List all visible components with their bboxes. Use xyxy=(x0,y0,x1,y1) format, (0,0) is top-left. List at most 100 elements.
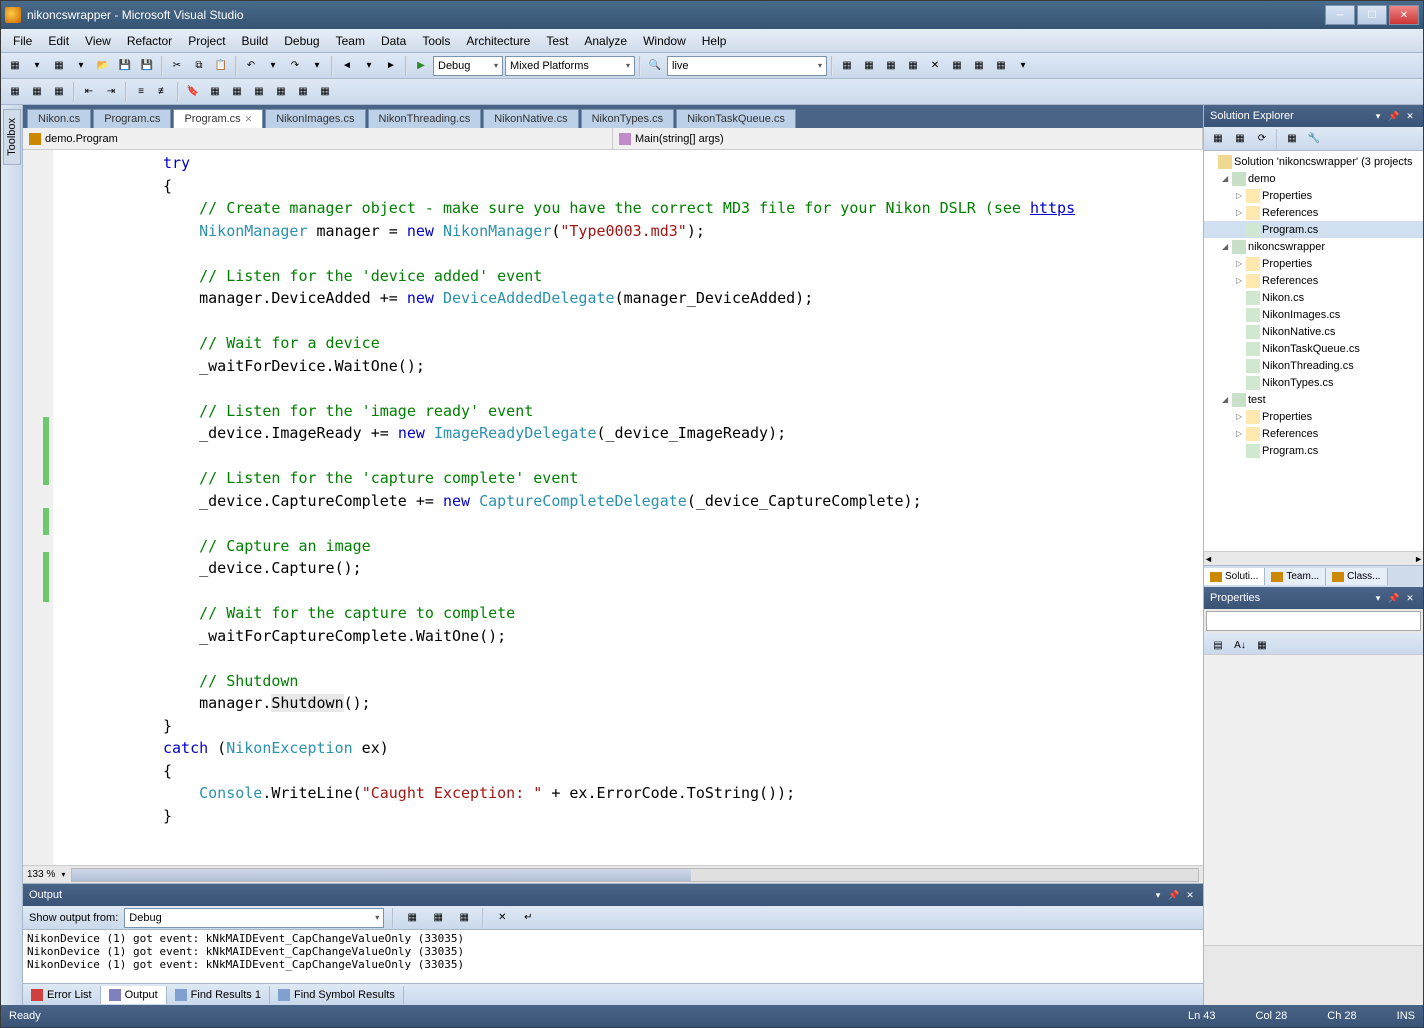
menu-file[interactable]: File xyxy=(5,32,40,50)
props-dropdown-icon[interactable]: ▾ xyxy=(1371,591,1385,605)
sln-properties-button[interactable]: 🔧 xyxy=(1304,129,1324,149)
t2-i[interactable]: ▦ xyxy=(315,82,335,102)
output-pin-icon[interactable]: 📌 xyxy=(1167,888,1181,902)
menu-architecture[interactable]: Architecture xyxy=(458,32,538,50)
props-pages-button[interactable]: ▦ xyxy=(1252,635,1272,655)
file-tab-5[interactable]: NikonNative.cs xyxy=(483,109,578,128)
output-clear-button[interactable]: ✕ xyxy=(492,908,512,928)
tb-icon-b[interactable]: ▦ xyxy=(859,56,879,76)
tree-node[interactable]: ▷Properties xyxy=(1204,408,1423,425)
output-text[interactable]: NikonDevice (1) got event: kNkMAIDEvent_… xyxy=(23,930,1203,983)
cut-button[interactable]: ✂ xyxy=(167,56,187,76)
props-alpha-button[interactable]: A↓ xyxy=(1230,635,1250,655)
props-object-combo[interactable] xyxy=(1206,611,1421,631)
output-dropdown-icon[interactable]: ▾ xyxy=(1151,888,1165,902)
props-close-icon[interactable]: ✕ xyxy=(1403,591,1417,605)
nav-back-dropdown[interactable]: ▾ xyxy=(359,56,379,76)
tb-icon-h[interactable]: ▦ xyxy=(991,56,1011,76)
menu-project[interactable]: Project xyxy=(180,32,233,50)
tree-node[interactable]: ▷References xyxy=(1204,425,1423,442)
new-project-dropdown[interactable]: ▾ xyxy=(27,56,47,76)
file-tab-7[interactable]: NikonTaskQueue.cs xyxy=(676,109,796,128)
solution-close-icon[interactable]: ✕ xyxy=(1403,109,1417,123)
increase-indent-button[interactable]: ⇥ xyxy=(101,82,121,102)
panel-tab-2[interactable]: Class... xyxy=(1326,568,1387,585)
props-categorized-button[interactable]: ▤ xyxy=(1208,635,1228,655)
code-editor[interactable]: try { // Create manager object - make su… xyxy=(23,150,1203,865)
outline-gutter[interactable] xyxy=(23,150,43,865)
start-debug-button[interactable]: ▶ xyxy=(411,56,431,76)
output-tb-b[interactable]: ▦ xyxy=(428,908,448,928)
sln-tb-d[interactable]: ▦ xyxy=(1282,129,1302,149)
nav-forward-button[interactable]: ► xyxy=(381,56,401,76)
tb-icon-a[interactable]: ▦ xyxy=(837,56,857,76)
output-wrap-button[interactable]: ↵ xyxy=(518,908,538,928)
comment-button[interactable]: ≡ xyxy=(131,82,151,102)
tree-node[interactable]: NikonThreading.cs xyxy=(1204,357,1423,374)
t2-d[interactable]: ▦ xyxy=(205,82,225,102)
menu-help[interactable]: Help xyxy=(694,32,735,50)
sln-tb-a[interactable]: ▦ xyxy=(1208,129,1228,149)
bottom-tab-2[interactable]: Find Results 1 xyxy=(167,986,270,1004)
decrease-indent-button[interactable]: ⇤ xyxy=(79,82,99,102)
tree-node[interactable]: ◢test xyxy=(1204,391,1423,408)
toolbox-tab[interactable]: Toolbox xyxy=(3,109,21,165)
t2-f[interactable]: ▦ xyxy=(249,82,269,102)
undo-button[interactable]: ↶ xyxy=(241,56,261,76)
solution-tree[interactable]: Solution 'nikoncswrapper' (3 projects◢de… xyxy=(1204,151,1423,551)
undo-dropdown[interactable]: ▾ xyxy=(263,56,283,76)
maximize-button[interactable]: ☐ xyxy=(1357,5,1387,25)
menu-data[interactable]: Data xyxy=(373,32,414,50)
menu-build[interactable]: Build xyxy=(234,32,277,50)
uncomment-button[interactable]: ≢ xyxy=(153,82,173,102)
class-combo[interactable]: demo.Program xyxy=(23,128,613,149)
t2-e[interactable]: ▦ xyxy=(227,82,247,102)
tree-node[interactable]: NikonTypes.cs xyxy=(1204,374,1423,391)
tree-node[interactable]: Program.cs xyxy=(1204,442,1423,459)
menu-tools[interactable]: Tools xyxy=(414,32,458,50)
zoom-level[interactable]: 133 % xyxy=(27,869,55,880)
tb-icon-d[interactable]: ▦ xyxy=(903,56,923,76)
menu-view[interactable]: View xyxy=(77,32,119,50)
file-tab-0[interactable]: Nikon.cs xyxy=(27,109,91,128)
t2-g[interactable]: ▦ xyxy=(271,82,291,102)
editor-hscroll[interactable] xyxy=(71,868,1199,882)
panel-tab-1[interactable]: Team... xyxy=(1265,568,1326,585)
paste-button[interactable]: 📋 xyxy=(211,56,231,76)
minimize-button[interactable]: ─ xyxy=(1325,5,1355,25)
sln-tb-b[interactable]: ▦ xyxy=(1230,129,1250,149)
file-tab-2[interactable]: Program.cs✕ xyxy=(173,109,263,128)
tb-icon-h-drop[interactable]: ▾ xyxy=(1013,56,1033,76)
add-item-dropdown[interactable]: ▾ xyxy=(71,56,91,76)
copy-button[interactable]: ⧉ xyxy=(189,56,209,76)
tree-node[interactable]: NikonNative.cs xyxy=(1204,323,1423,340)
menu-window[interactable]: Window xyxy=(635,32,694,50)
config-combo[interactable]: Debug xyxy=(433,56,503,76)
save-all-button[interactable]: 💾 xyxy=(137,56,157,76)
platform-combo[interactable]: Mixed Platforms xyxy=(505,56,635,76)
menu-test[interactable]: Test xyxy=(538,32,576,50)
bottom-tab-3[interactable]: Find Symbol Results xyxy=(270,986,404,1004)
tb-icon-g[interactable]: ▦ xyxy=(969,56,989,76)
tree-node[interactable]: ▷Properties xyxy=(1204,255,1423,272)
solution-pin-icon[interactable]: 📌 xyxy=(1387,109,1401,123)
find-icon[interactable]: 🔍 xyxy=(645,56,665,76)
tb-icon-c[interactable]: ▦ xyxy=(881,56,901,76)
output-tb-a[interactable]: ▦ xyxy=(402,908,422,928)
save-button[interactable]: 💾 xyxy=(115,56,135,76)
tree-node[interactable]: ▷Properties xyxy=(1204,187,1423,204)
open-button[interactable]: 📂 xyxy=(93,56,113,76)
new-project-button[interactable]: ▦ xyxy=(5,56,25,76)
tree-node[interactable]: Program.cs xyxy=(1204,221,1423,238)
solution-dropdown-icon[interactable]: ▾ xyxy=(1371,109,1385,123)
tree-node[interactable]: ▷References xyxy=(1204,272,1423,289)
tab-close-icon[interactable]: ✕ xyxy=(245,114,253,125)
panel-tab-0[interactable]: Soluti... xyxy=(1204,568,1265,585)
tree-node[interactable]: NikonTaskQueue.cs xyxy=(1204,340,1423,357)
tree-node[interactable]: ◢nikoncswrapper xyxy=(1204,238,1423,255)
redo-button[interactable]: ↷ xyxy=(285,56,305,76)
menu-edit[interactable]: Edit xyxy=(40,32,77,50)
tree-node[interactable]: ◢demo xyxy=(1204,170,1423,187)
output-close-icon[interactable]: ✕ xyxy=(1183,888,1197,902)
t2-b[interactable]: ▦ xyxy=(27,82,47,102)
